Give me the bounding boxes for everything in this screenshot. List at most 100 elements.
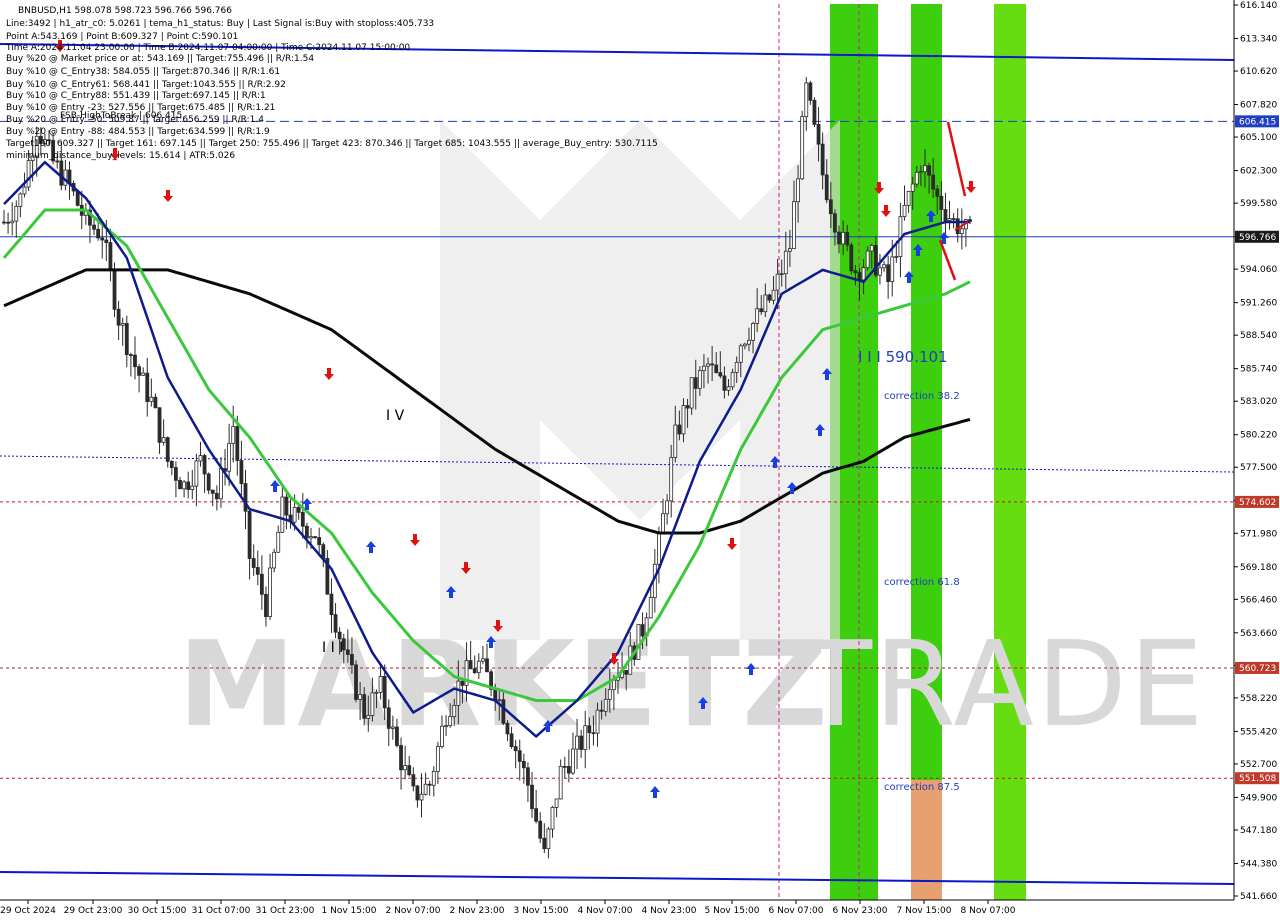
candle-body <box>931 174 936 190</box>
candle-body <box>268 567 272 618</box>
info-line-13: minimum_distance_buy_levels: 15.614 | AT… <box>6 151 235 161</box>
candle-body <box>440 725 444 747</box>
candle-body <box>648 597 653 619</box>
candle-body <box>816 123 821 145</box>
candle-body <box>485 658 489 673</box>
candle-body <box>92 224 96 230</box>
candle-body <box>693 377 698 389</box>
candle-body <box>554 798 559 808</box>
price-tick-label: 583.020 <box>1240 397 1277 407</box>
price-tick-label: 569.180 <box>1240 563 1277 573</box>
candle-body <box>116 308 121 326</box>
candle-body <box>562 765 567 768</box>
candle-body <box>366 715 371 719</box>
candle-body <box>845 231 850 246</box>
candle-body <box>370 692 375 716</box>
candle-body <box>534 808 539 822</box>
candle-body <box>702 365 706 372</box>
candle-body <box>460 680 465 686</box>
candle-body <box>808 82 813 101</box>
candle-body <box>358 694 363 700</box>
candle-body <box>914 171 919 185</box>
candle-body <box>55 160 60 163</box>
price-tick-label: 541.660 <box>1240 892 1277 902</box>
candle-body <box>890 256 895 282</box>
candle-body <box>100 237 105 241</box>
candle-body <box>419 793 424 801</box>
candle-body <box>124 323 129 356</box>
candle-body <box>657 532 661 565</box>
candle-body <box>235 426 240 461</box>
candle-body <box>120 323 125 326</box>
candle-body <box>566 766 571 774</box>
wave-label-iv: I V <box>386 408 405 424</box>
candle-body <box>481 658 485 662</box>
candle-body <box>530 784 534 810</box>
candle-body <box>837 231 841 245</box>
level-c-label: I I I 590.101 <box>858 348 948 366</box>
candle-body <box>59 160 64 186</box>
candle-body <box>292 506 297 523</box>
price-tick-label: 602.300 <box>1240 167 1277 177</box>
price-tick-label: 544.380 <box>1240 859 1277 869</box>
price-badge-label: 606.415 <box>1239 117 1276 127</box>
candle-body <box>943 209 948 221</box>
candle-body <box>128 354 133 357</box>
candle-body <box>206 473 211 491</box>
candle-body <box>959 228 964 235</box>
candle-body <box>2 221 6 224</box>
candle-body <box>722 375 727 391</box>
candle-body <box>587 725 592 734</box>
candle-body <box>669 457 674 502</box>
zone-green-3 <box>994 4 1026 900</box>
candle-body <box>521 760 526 769</box>
candle-body <box>726 386 731 391</box>
candle-body <box>579 735 584 750</box>
correction-61-label: correction 61.8 <box>884 577 960 588</box>
candle-body <box>145 372 150 402</box>
time-tick-label: 3 Nov 15:00 <box>514 906 569 916</box>
correction-38-label: correction 38.2 <box>884 391 960 402</box>
candle-body <box>227 442 232 472</box>
candle-body <box>759 308 764 313</box>
candle-body <box>198 455 203 462</box>
info-line-2: Line:3492 | h1_atr_c0: 5.0261 | tema_h1_… <box>6 19 434 29</box>
candle-body <box>186 481 191 490</box>
candle-body <box>231 426 236 444</box>
candle-body <box>685 405 690 409</box>
candle-body <box>472 668 477 674</box>
price-tick-label: 610.620 <box>1240 67 1277 77</box>
price-tick-label: 585.740 <box>1240 365 1277 375</box>
candle-body <box>390 726 395 729</box>
candle-body <box>411 774 416 787</box>
time-tick-label: 29 Oct 2024 <box>0 906 56 916</box>
candle-body <box>611 679 616 691</box>
price-tick-label: 613.340 <box>1240 34 1277 44</box>
candle-body <box>178 479 182 490</box>
candle-body <box>906 190 911 206</box>
time-tick-label: 2 Nov 07:00 <box>386 906 441 916</box>
candle-body <box>112 268 117 310</box>
candle-body <box>14 206 19 222</box>
candle-body <box>214 492 219 500</box>
time-tick-label: 7 Nov 15:00 <box>897 906 952 916</box>
candle-body <box>362 694 367 719</box>
candle-body <box>403 765 408 771</box>
candle-body <box>706 363 710 367</box>
candle-body <box>677 424 682 435</box>
candle-body <box>824 174 829 201</box>
candle-body <box>476 660 481 674</box>
candle-body <box>415 785 420 801</box>
time-axis[interactable]: 29 Oct 2024 29 Oct 23:00 30 Oct 15:00 31 Oc… <box>0 899 1234 916</box>
candle-body <box>923 165 927 173</box>
candle-body <box>886 264 891 282</box>
candle-body <box>755 308 760 324</box>
candle-body <box>407 765 412 776</box>
price-axis[interactable]: 616.140 613.340 610.620 607.820 605.100 602.3… <box>1233 0 1280 920</box>
candle-body <box>853 270 858 273</box>
candle-body <box>18 193 23 207</box>
price-tick-label: 577.500 <box>1240 463 1277 473</box>
candle-body <box>169 461 174 468</box>
candle-body <box>681 405 686 435</box>
candle-body <box>435 746 440 772</box>
